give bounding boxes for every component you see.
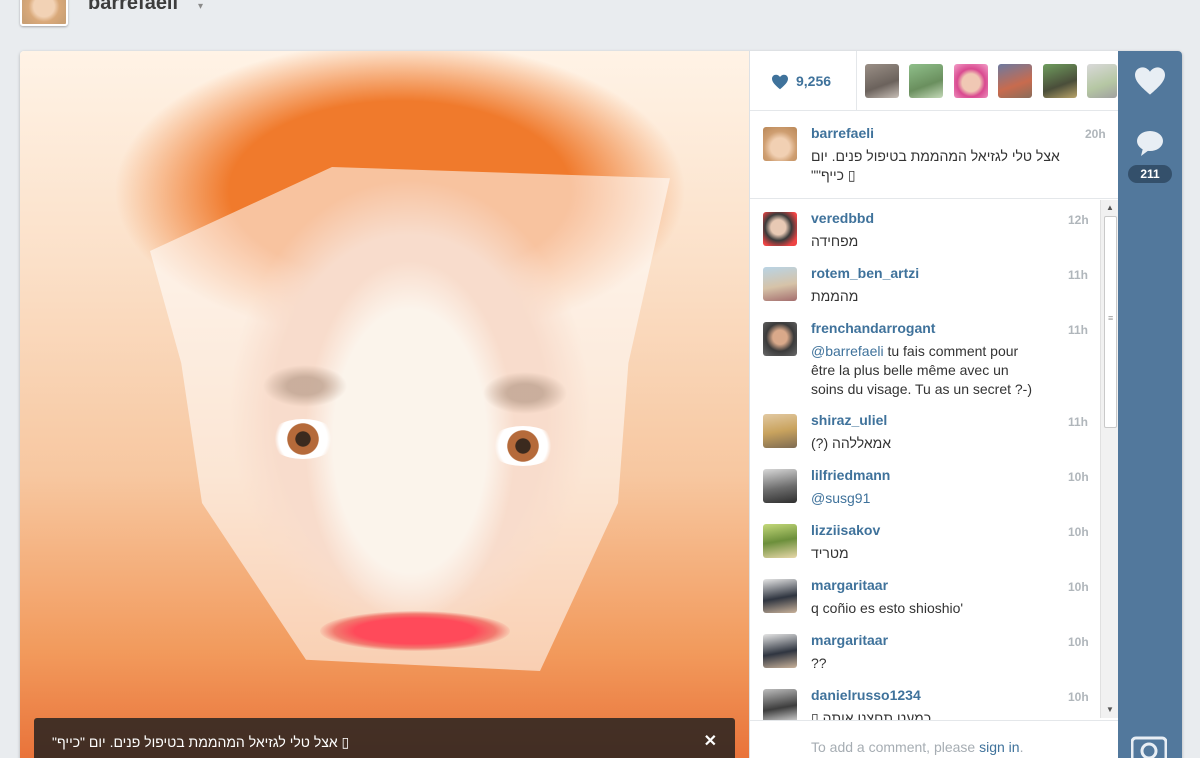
sign-in-link[interactable]: sign in (979, 739, 1019, 755)
comment-username[interactable]: veredbbd (811, 210, 874, 226)
comment-mention[interactable]: @barrefaeli (811, 343, 884, 359)
comment-text-line2: être la plus belle même avec un (811, 362, 1009, 378)
likers-strip (856, 51, 1117, 111)
comment-timestamp: 10h (1068, 690, 1089, 704)
commenter-avatar[interactable] (763, 414, 797, 448)
liker-avatar[interactable] (865, 64, 899, 98)
commenter-avatar[interactable] (763, 579, 797, 613)
camera-icon[interactable] (1131, 734, 1167, 758)
add-comment-prompt: To add a comment, please sign in. (811, 739, 1023, 755)
comment-text-fragment: tu fais comment pour (883, 343, 1019, 359)
comment-timestamp: 11h (1068, 415, 1089, 429)
comment-username[interactable]: rotem_ben_artzi (811, 265, 919, 281)
add-comment-suffix: . (1019, 739, 1024, 755)
comment-text: (?) אמאללהה (811, 435, 892, 451)
comment-timestamp: 12h (1068, 213, 1089, 227)
photo-eye-right (488, 426, 558, 466)
commenter-avatar[interactable] (763, 212, 797, 246)
comment-count-badge: 211 (1128, 165, 1172, 183)
comment-username[interactable]: lizziisakov (811, 522, 880, 538)
comment-bubble-icon[interactable] (1135, 128, 1165, 158)
comment-timestamp: 10h (1068, 525, 1089, 539)
comment-username[interactable]: margaritaar (811, 632, 888, 648)
comment-text-line3: soins du visage. Tu as un secret ?-) (811, 381, 1032, 397)
info-panel: 9,256 barrefaeli 20h אצל טלי לגזיאל המהמ… (749, 51, 1119, 758)
comment-text: מהממת (811, 288, 859, 304)
owner-caption-text-line2: ""כייף ▯ (811, 167, 856, 183)
owner-caption: barrefaeli 20h אצל טלי לגזיאל המהממת בטי… (750, 111, 1119, 199)
liker-avatar[interactable] (1087, 64, 1117, 98)
comment-item: margaritaar 10h q coñio es esto shioshio… (750, 567, 1100, 622)
commenter-avatar[interactable] (763, 634, 797, 668)
scroll-up-arrow-icon[interactable]: ▲ (1106, 203, 1114, 212)
comment-username[interactable]: frenchandarrogant (811, 320, 935, 336)
comment-text-line1: @barrefaeli tu fais comment pour (811, 342, 1018, 361)
liker-avatar[interactable] (954, 64, 988, 98)
commenter-avatar[interactable] (763, 524, 797, 558)
owner-username[interactable]: barrefaeli (811, 125, 874, 141)
comment-text: מפחידה (811, 233, 859, 249)
comment-username[interactable]: shiraz_uliel (811, 412, 887, 428)
add-comment-area: To add a comment, please sign in. (750, 720, 1119, 758)
chevron-down-icon[interactable]: ▾ (198, 1, 203, 12)
grip-icon: ≡ (1108, 313, 1114, 323)
action-rail: 211 (1118, 51, 1182, 758)
comment-item: veredbbd 12h מפחידה (750, 200, 1100, 255)
comment-timestamp: 11h (1068, 323, 1089, 337)
top-header: barrefaeli ▾ (0, 0, 1200, 28)
close-icon[interactable]: ✕ (704, 731, 717, 751)
comment-text: ?? (811, 655, 827, 671)
comment-item: danielrusso1234 10h ▯ כמעט תחצנו אותה (750, 677, 1100, 720)
post-card: "אצל טלי לגזיאל המהממת בטיפול פנים. יום … (20, 51, 1182, 758)
likes-row: 9,256 (750, 51, 1119, 111)
comment-timestamp: 10h (1068, 635, 1089, 649)
commenter-avatar[interactable] (763, 267, 797, 301)
comment-text: מטריד (811, 545, 849, 561)
commenter-avatar[interactable] (763, 322, 797, 356)
profile-avatar[interactable] (20, 0, 68, 26)
comments-list[interactable]: veredbbd 12h מפחידה rotem_ben_artzi 11h … (750, 200, 1119, 720)
comment-item: lilfriedmann 10h @susg91 (750, 457, 1100, 512)
like-heart-icon[interactable] (1133, 66, 1167, 96)
comment-mention[interactable]: @susg91 (811, 489, 870, 508)
comment-item: lizziisakov 10h מטריד (750, 512, 1100, 567)
scroll-down-arrow-icon[interactable]: ▼ (1106, 705, 1114, 714)
comment-item: shiraz_uliel 11h (?) אמאללהה (750, 402, 1100, 457)
comment-item: margaritaar 10h ?? (750, 622, 1100, 677)
comment-item: rotem_ben_artzi 11h מהממת (750, 255, 1100, 310)
profile-username[interactable]: barrefaeli (88, 0, 178, 15)
heart-icon (772, 74, 788, 90)
comment-username[interactable]: danielrusso1234 (811, 687, 921, 703)
comment-timestamp: 10h (1068, 470, 1089, 484)
comment-timestamp: 11h (1068, 268, 1089, 282)
photo-eye-left (268, 419, 338, 459)
comment-text: q coñio es esto shioshio' (811, 600, 964, 616)
owner-avatar[interactable] (763, 127, 797, 161)
liker-avatar[interactable] (1043, 64, 1077, 98)
post-photo[interactable]: "אצל טלי לגזיאל המהממת בטיפול פנים. יום … (20, 51, 749, 758)
comment-text: ▯ כמעט תחצנו אותה (811, 710, 932, 720)
comment-item: frenchandarrogant 11h @barrefaeli tu fai… (750, 310, 1100, 402)
photo-caption-text: "אצל טלי לגזיאל המהממת בטיפול פנים. יום … (52, 734, 350, 750)
add-comment-prefix: To add a comment, please (811, 739, 980, 755)
liker-avatar[interactable] (998, 64, 1032, 98)
comment-timestamp: 10h (1068, 580, 1089, 594)
photo-face-mask (150, 167, 670, 671)
photo-caption-bar: "אצל טלי לגזיאל המהממת בטיפול פנים. יום … (34, 718, 735, 758)
owner-caption-text-line1: אצל טלי לגזיאל המהממת בטיפול פנים. יום (811, 148, 1060, 164)
likes-count[interactable]: 9,256 (796, 73, 831, 89)
comment-username[interactable]: lilfriedmann (811, 467, 890, 483)
commenter-avatar[interactable] (763, 689, 797, 720)
scroll-thumb[interactable]: ≡ (1104, 216, 1117, 428)
photo-lips (320, 611, 510, 651)
liker-avatar[interactable] (909, 64, 943, 98)
commenter-avatar[interactable] (763, 469, 797, 503)
comment-username[interactable]: margaritaar (811, 577, 888, 593)
owner-timestamp: 20h (1085, 127, 1106, 141)
comments-scrollbar[interactable]: ▲ ≡ ▼ (1100, 200, 1119, 718)
